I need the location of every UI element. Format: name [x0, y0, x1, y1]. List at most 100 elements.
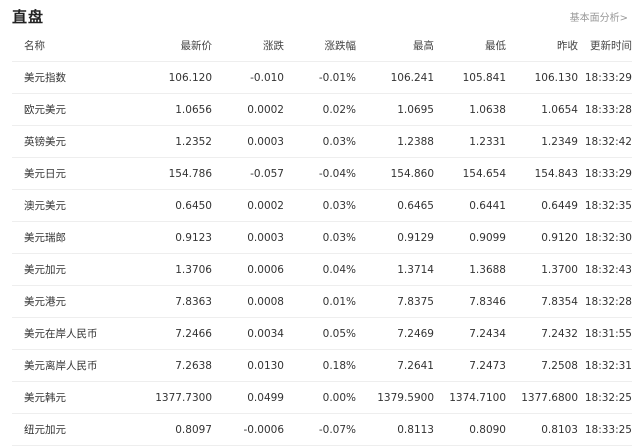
- column-header-last-price[interactable]: 最新价: [122, 30, 212, 62]
- cell-prev-close: 0.9120: [506, 221, 578, 254]
- table-row[interactable]: 美元离岸人民币 7.2638 0.0130 0.18% 7.2641 7.2473 7.25…: [12, 349, 632, 382]
- cell-prev-close: 154.843: [506, 157, 578, 190]
- column-header-low[interactable]: 最低: [434, 30, 506, 62]
- cell-change: 0.0002: [212, 189, 284, 222]
- cell-prev-close: 7.2508: [506, 349, 578, 382]
- table-row[interactable]: 美元指数 106.120 -0.010 -0.01% 106.241 105.841 106…: [12, 61, 632, 94]
- cell-last-price: 154.786: [122, 157, 212, 190]
- cell-name: 美元在岸人民币: [12, 317, 122, 350]
- cell-change: -0.0006: [212, 413, 284, 446]
- cell-change: -0.057: [212, 157, 284, 190]
- cell-name: 澳元美元: [12, 189, 122, 222]
- cell-change-percent: 0.02%: [284, 93, 356, 126]
- cell-update-time: 18:32:35: [578, 189, 632, 222]
- cell-change: 0.0003: [212, 221, 284, 254]
- cell-update-time: 18:32:25: [578, 381, 632, 414]
- cell-prev-close: 106.130: [506, 61, 578, 94]
- cell-change-percent: 0.03%: [284, 221, 356, 254]
- cell-change-percent: 0.03%: [284, 125, 356, 158]
- cell-high: 1.2388: [356, 125, 434, 158]
- cell-change-percent: 0.05%: [284, 317, 356, 350]
- cell-change-percent: -0.07%: [284, 413, 356, 446]
- cell-high: 1379.5900: [356, 381, 434, 414]
- cell-name: 美元离岸人民币: [12, 349, 122, 382]
- cell-change-percent: 0.18%: [284, 349, 356, 382]
- column-header-high[interactable]: 最高: [356, 30, 434, 62]
- cell-low: 1.2331: [434, 125, 506, 158]
- cell-last-price: 1.3706: [122, 253, 212, 286]
- table-row[interactable]: 英镑美元 1.2352 0.0003 0.03% 1.2388 1.2331 1.2349 1…: [12, 125, 632, 158]
- cell-update-time: 18:32:31: [578, 349, 632, 382]
- cell-name: 纽元加元: [12, 413, 122, 446]
- cell-low: 105.841: [434, 61, 506, 94]
- cell-last-price: 7.8363: [122, 285, 212, 318]
- cell-name: 美元指数: [12, 61, 122, 94]
- column-header-update-time[interactable]: 更新时间: [578, 30, 632, 62]
- cell-update-time: 18:31:55: [578, 317, 632, 350]
- cell-update-time: 18:33:29: [578, 61, 632, 94]
- column-header-change[interactable]: 涨跌: [212, 30, 284, 62]
- table-row[interactable]: 美元在岸人民币 7.2466 0.0034 0.05% 7.2469 7.2434 7.24…: [12, 317, 632, 350]
- column-header-name[interactable]: 名称: [12, 30, 122, 62]
- cell-high: 7.2469: [356, 317, 434, 350]
- cell-high: 1.0695: [356, 93, 434, 126]
- cell-low: 7.8346: [434, 285, 506, 318]
- cell-name: 欧元美元: [12, 93, 122, 126]
- cell-prev-close: 1377.6800: [506, 381, 578, 414]
- cell-prev-close: 1.3700: [506, 253, 578, 286]
- cell-high: 0.8113: [356, 413, 434, 446]
- cell-change: 0.0002: [212, 93, 284, 126]
- cell-update-time: 18:33:28: [578, 93, 632, 126]
- cell-prev-close: 0.8103: [506, 413, 578, 446]
- cell-name: 美元港元: [12, 285, 122, 318]
- table-row[interactable]: 美元港元 7.8363 0.0008 0.01% 7.8375 7.8346 7.8354 1…: [12, 285, 632, 318]
- cell-update-time: 18:32:28: [578, 285, 632, 318]
- cell-change: 0.0003: [212, 125, 284, 158]
- cell-change: 0.0006: [212, 253, 284, 286]
- cell-high: 7.8375: [356, 285, 434, 318]
- cell-change-percent: 0.01%: [284, 285, 356, 318]
- cell-name: 美元日元: [12, 157, 122, 190]
- cell-name: 美元瑞郎: [12, 221, 122, 254]
- cell-last-price: 0.6450: [122, 189, 212, 222]
- column-header-change-percent[interactable]: 涨跌幅: [284, 30, 356, 62]
- table-row[interactable]: 美元瑞郎 0.9123 0.0003 0.03% 0.9129 0.9099 0.9120 1…: [12, 221, 632, 254]
- cell-change-percent: 0.03%: [284, 189, 356, 222]
- cell-prev-close: 1.0654: [506, 93, 578, 126]
- cell-low: 7.2434: [434, 317, 506, 350]
- section-title: 直盘: [12, 8, 45, 26]
- cell-low: 0.9099: [434, 221, 506, 254]
- cell-update-time: 18:33:29: [578, 157, 632, 190]
- fundamental-analysis-link[interactable]: 基本面分析>: [570, 9, 628, 24]
- fx-quotes-table: 名称 最新价 涨跌 涨跌幅 最高 最低 昨收 更新时间 美元指数 106.120-…: [12, 30, 632, 446]
- table-row[interactable]: 澳元美元 0.6450 0.0002 0.03% 0.6465 0.6441 0.6449 1…: [12, 189, 632, 222]
- cell-change: 0.0008: [212, 285, 284, 318]
- cell-change: 0.0499: [212, 381, 284, 414]
- column-header-prev-close[interactable]: 昨收: [506, 30, 578, 62]
- cell-name: 美元加元: [12, 253, 122, 286]
- cell-last-price: 7.2638: [122, 349, 212, 382]
- table-row[interactable]: 美元韩元 1377.7300 0.0499 0.00% 1379.5900 1374.71…: [12, 381, 632, 414]
- table-row[interactable]: 美元加元 1.3706 0.0006 0.04% 1.3714 1.3688 1.3700 1…: [12, 253, 632, 286]
- cell-last-price: 106.120: [122, 61, 212, 94]
- cell-low: 1.0638: [434, 93, 506, 126]
- table-row[interactable]: 美元日元 154.786 -0.057 -0.04% 154.860 154.654 154…: [12, 157, 632, 190]
- cell-high: 7.2641: [356, 349, 434, 382]
- cell-high: 1.3714: [356, 253, 434, 286]
- cell-low: 0.8090: [434, 413, 506, 446]
- cell-last-price: 7.2466: [122, 317, 212, 350]
- cell-high: 154.860: [356, 157, 434, 190]
- cell-last-price: 1377.7300: [122, 381, 212, 414]
- table-row[interactable]: 欧元美元 1.0656 0.0002 0.02% 1.0695 1.0638 1.0654 1…: [12, 93, 632, 126]
- cell-update-time: 18:33:25: [578, 413, 632, 446]
- cell-low: 1.3688: [434, 253, 506, 286]
- table-row[interactable]: 纽元加元 0.8097 -0.0006 -0.07% 0.8113 0.8090 0.810…: [12, 413, 632, 446]
- cell-high: 0.6465: [356, 189, 434, 222]
- cell-update-time: 18:32:42: [578, 125, 632, 158]
- cell-last-price: 1.0656: [122, 93, 212, 126]
- table-body: 美元指数 106.120 -0.010 -0.01% 106.241 105.841 106…: [12, 61, 632, 446]
- cell-high: 0.9129: [356, 221, 434, 254]
- cell-high: 106.241: [356, 61, 434, 94]
- cell-prev-close: 7.8354: [506, 285, 578, 318]
- cell-prev-close: 7.2432: [506, 317, 578, 350]
